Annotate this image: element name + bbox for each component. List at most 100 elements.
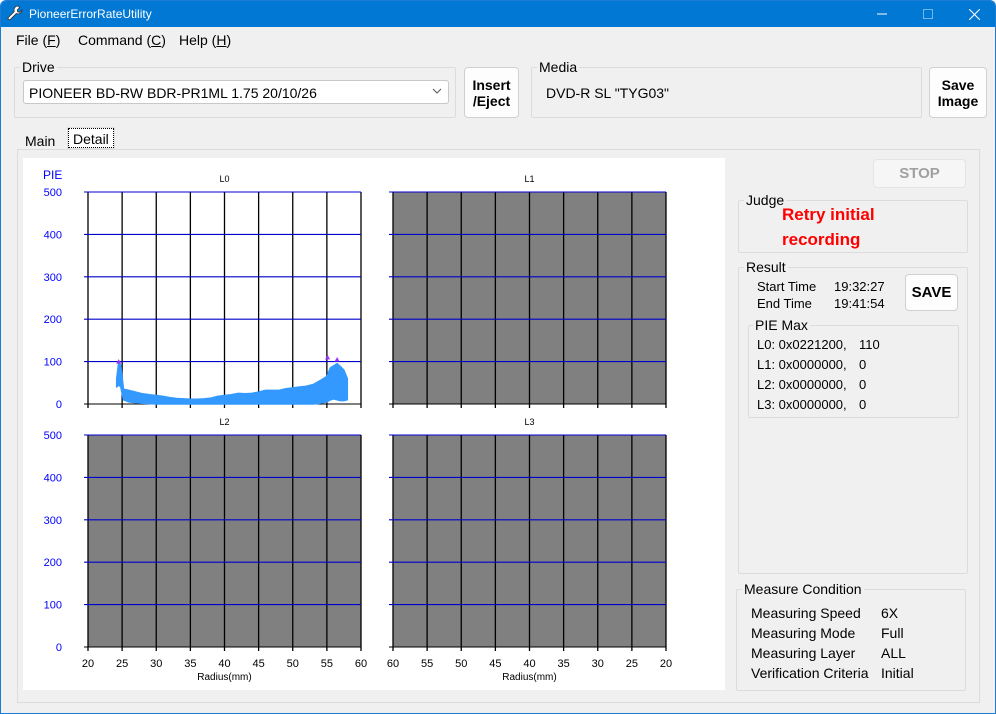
x-tick-label: 50 (455, 658, 467, 670)
chart-title: L1 (524, 174, 534, 184)
insert-eject-label: Insert/Eject (472, 77, 510, 109)
stop-button-label: STOP (899, 164, 940, 182)
measure-condition-legend: Measure Condition (744, 581, 862, 597)
minimize-icon (877, 13, 887, 15)
menu-file-accel: F (47, 32, 56, 48)
tab-detail[interactable]: Detail (67, 127, 115, 149)
close-button[interactable] (951, 1, 995, 27)
pie-max-l3-address: L3: 0x0000000, (757, 397, 847, 412)
menu-file-suffix: ) (55, 32, 61, 48)
close-icon (968, 8, 980, 20)
y-tick-label: 500 (44, 430, 62, 442)
measuring-mode-value: Full (881, 625, 904, 641)
drive-legend: Drive (22, 59, 55, 75)
y-tick-label: 300 (44, 515, 62, 527)
menu-command-accel: C (151, 32, 162, 48)
save-result-button[interactable]: SAVE (905, 274, 958, 311)
menu-help[interactable]: Help (H) (179, 32, 231, 48)
x-tick-label: 60 (355, 658, 367, 670)
maximize-button[interactable] (905, 1, 951, 27)
pie-max-l0-value: 110 (859, 337, 880, 352)
start-time-label: Start Time (757, 279, 817, 294)
x-tick-label: 25 (116, 658, 128, 670)
end-time-label: End Time (757, 296, 812, 311)
end-time-value: 19:41:54 (834, 296, 885, 311)
chart-title: L0 (219, 174, 229, 184)
menu-help-label: Help ( (179, 32, 217, 48)
save-image-button[interactable]: Save Image (929, 67, 987, 118)
y-tick-label: 200 (44, 557, 62, 569)
judge-result-line1: Retry initial (782, 205, 875, 224)
y-tick-label: 100 (44, 357, 62, 369)
x-tick-label: 40 (523, 658, 535, 670)
x-tick-label: 30 (150, 658, 162, 670)
y-tick-label: 300 (44, 272, 62, 284)
menu-command-suffix: ) (161, 32, 166, 48)
save-image-label: Save Image (938, 77, 978, 109)
menu-bar: File (F) Command (C) Help (H) (1, 28, 995, 50)
x-tick-label: 45 (489, 658, 501, 670)
drive-select-value: PIONEER BD-RW BDR-PR1ML 1.75 20/10/26 (29, 85, 317, 101)
y-tick-label: 100 (44, 600, 62, 612)
minimize-button[interactable] (859, 1, 905, 27)
window-title: PioneerErrorRateUtility (29, 7, 152, 21)
menu-file[interactable]: File (F) (16, 32, 60, 48)
verification-criteria-label: Verification Criteria (751, 665, 869, 681)
pie-max-l1-address: L1: 0x0000000, (757, 357, 847, 372)
chart-area: PIE L0 0 100 200 300 400 500 L1 L2 0 100 200 300 400 50… (23, 158, 725, 690)
measuring-layer-value: ALL (881, 645, 906, 661)
menu-command[interactable]: Command (C) (78, 32, 166, 48)
pie-max-l1-value: 0 (859, 357, 867, 372)
media-value: DVD-R SL "TYG03" (546, 85, 670, 101)
insert-eject-label-line2: /Eject (472, 92, 511, 109)
measuring-layer-label: Measuring Layer (751, 645, 856, 661)
pie-max-legend: PIE Max (755, 317, 808, 333)
x-tick-label: 55 (421, 658, 433, 670)
x-tick-label: 45 (253, 658, 265, 670)
start-time-value: 19:32:27 (834, 279, 885, 294)
chart-l2: L2 0 100 200 300 400 500 20 25 30 35 40 45 50 55 60 Radi… (44, 417, 367, 683)
insert-eject-label-line1: Insert (472, 76, 511, 93)
save-image-label-line1: Save (941, 76, 975, 93)
insert-eject-button[interactable]: Insert/Eject (464, 67, 519, 118)
chart-l1: L1 (389, 174, 667, 408)
menu-command-label: Command ( (78, 32, 152, 48)
x-axis-label: Radius(mm) (197, 672, 251, 683)
judge-legend: Judge (746, 192, 785, 208)
wrench-icon (7, 5, 23, 21)
tab-main[interactable]: Main (21, 131, 59, 151)
save-result-label: SAVE (911, 283, 952, 301)
measuring-mode-label: Measuring Mode (751, 625, 856, 641)
media-legend: Media (539, 59, 578, 75)
x-tick-label: 20 (660, 658, 672, 670)
y-tick-label: 500 (44, 187, 62, 199)
menu-help-accel: H (216, 32, 227, 48)
app-window: PioneerErrorRateUtility File (F) Command… (0, 0, 996, 714)
stop-button[interactable]: STOP (873, 159, 966, 188)
save-image-label-line2: Image (937, 92, 979, 109)
judge-result-line2: recording (782, 230, 861, 249)
pie-max-l0-address: L0: 0x0221200, (757, 337, 847, 352)
pie-charts: PIE L0 0 100 200 300 400 500 L1 L2 0 100 200 300 400 50… (43, 168, 672, 683)
y-tick-label: 400 (44, 472, 62, 484)
pie-max-l2-address: L2: 0x0000000, (757, 377, 847, 392)
measuring-speed-value: 6X (881, 605, 899, 621)
y-tick-label: 400 (44, 229, 62, 241)
x-axis-label: Radius(mm) (502, 672, 556, 683)
result-legend: Result (746, 259, 786, 275)
chart-title: L2 (219, 417, 229, 427)
menu-help-suffix: ) (226, 32, 232, 48)
chart-l3: L3 60 55 50 45 40 35 30 25 20 Radius(mm) (387, 417, 672, 683)
title-bar[interactable]: PioneerErrorRateUtility (1, 1, 995, 27)
x-tick-label: 55 (321, 658, 333, 670)
x-tick-label: 40 (218, 658, 230, 670)
pie-max-l3-value: 0 (859, 397, 867, 412)
x-tick-label: 30 (592, 658, 604, 670)
drive-select[interactable]: PIONEER BD-RW BDR-PR1ML 1.75 20/10/26 (23, 80, 449, 104)
chart-title: L3 (524, 417, 534, 427)
x-tick-label: 60 (387, 658, 399, 670)
menu-file-label: File ( (16, 32, 48, 48)
verification-criteria-value: Initial (881, 665, 914, 681)
y-tick-label: 0 (56, 399, 62, 411)
x-tick-label: 35 (184, 658, 196, 670)
